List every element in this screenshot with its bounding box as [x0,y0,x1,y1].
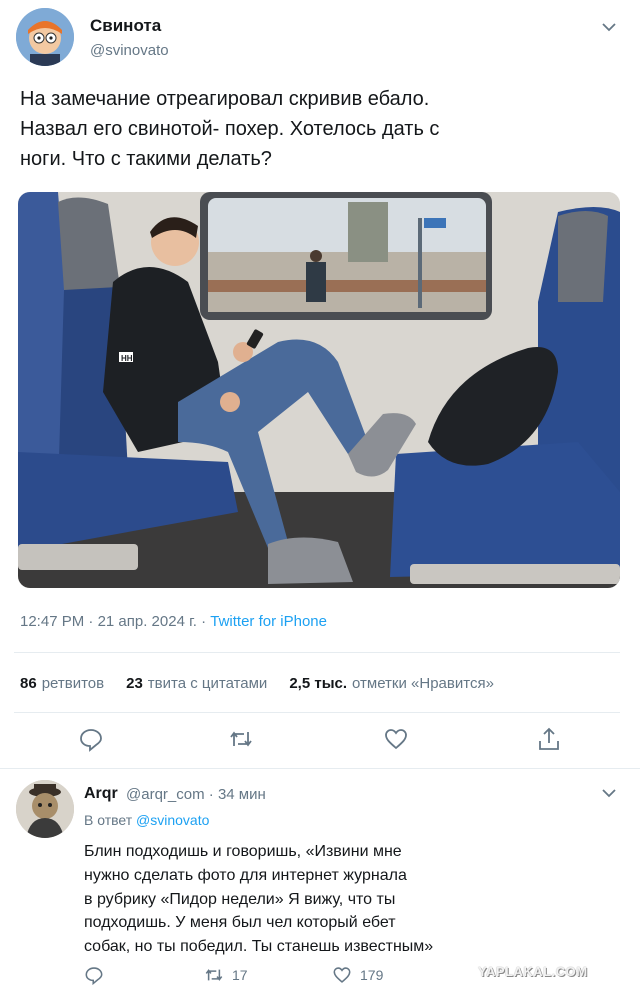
retweet-icon[interactable] [204,965,224,985]
reply-author-name[interactable]: Arqr [84,785,118,803]
author-handle[interactable]: @svinovato [90,42,169,59]
retweets-label: ретвитов [41,675,105,692]
meta-separator: · [201,613,207,630]
retweet-icon[interactable] [228,726,254,752]
quotes-stat[interactable]: 23 твита с цитатами [126,675,267,692]
likes-count: 2,5 тыс. [289,675,348,692]
reply-reply-button[interactable] [84,965,104,985]
meta-separator: · [88,613,94,630]
tweet-meta: 12:47 PM · 21 апр. 2024 г. · Twitter for… [20,613,327,630]
watermark: YAPLAKAL.COM [478,964,588,979]
like-icon[interactable] [383,726,409,752]
reply-author-meta: @arqr_com · 34 мин [126,786,266,803]
jacket-logo: HH [121,354,133,363]
share-icon[interactable] [536,726,562,752]
tweet-date[interactable]: 21 апр. 2024 г. [98,613,197,630]
reply-author-avatar[interactable] [16,780,74,838]
retweets-count: 86 [20,675,37,692]
reply-icon[interactable] [78,726,104,752]
tweet-source-link[interactable]: Twitter for iPhone [210,613,327,630]
tweet-text: На замечание отреагировал скривив ебало.… [20,88,440,170]
divider [0,768,640,769]
reply-time[interactable]: 34 мин [218,786,266,803]
tweet-time: 12:47 PM [20,613,85,630]
retweets-stat[interactable]: 86 ретвитов [20,675,104,692]
divider [14,712,620,713]
reply-like-button[interactable]: 179 [332,965,383,985]
replying-to-handle[interactable]: @svinovato [136,812,209,828]
replying-prefix: В ответ [84,812,133,828]
likes-label: отметки «Нравится» [352,675,494,692]
tweet-stats: 86 ретвитов 23 твита с цитатами 2,5 тыс. от… [20,675,494,692]
chevron-down-icon[interactable] [598,16,620,38]
author-avatar[interactable] [16,8,74,66]
quotes-label: твита с цитатами [147,675,268,692]
reply-icon[interactable] [84,965,104,985]
reply-retweet-button[interactable]: 17 [204,965,248,985]
replying-to: В ответ @svinovato [84,812,209,828]
meta-separator: · [208,786,214,803]
tweet-photo[interactable]: HH [18,192,620,588]
author-name[interactable]: Свинота [90,16,161,36]
likes-stat[interactable]: 2,5 тыс. отметки «Нравится» [289,675,494,692]
reply-like-count: 179 [360,967,384,983]
reply-retweet-count: 17 [232,967,248,983]
chevron-down-icon[interactable] [598,782,620,804]
tweet-action-bar [0,726,640,756]
divider [14,652,620,653]
quotes-count: 23 [126,675,143,692]
like-icon[interactable] [332,965,352,985]
reply-author-handle[interactable]: @arqr_com [126,786,205,803]
reply-text: Блин подходишь и говоришь, «Извини мне н… [84,843,434,956]
